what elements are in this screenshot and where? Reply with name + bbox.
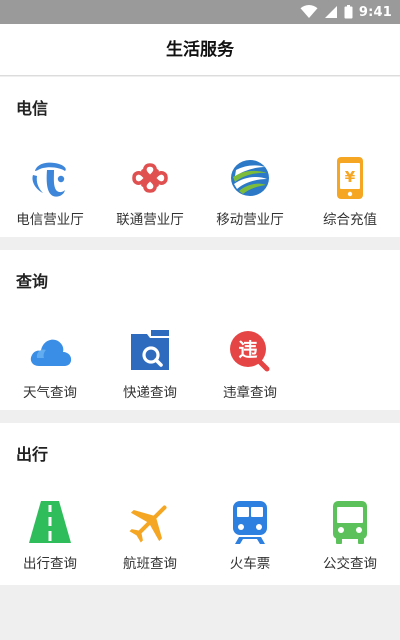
status-time: 9:41 [358, 4, 392, 20]
item-label: 联通营业厅 [116, 212, 184, 228]
item-label: 天气查询 [23, 385, 77, 401]
item-unicom-hall[interactable]: 联通营业厅 [100, 155, 200, 235]
page-title: 生活服务 [166, 40, 234, 60]
item-weather[interactable]: 天气查询 [0, 328, 100, 408]
airplane-icon [127, 499, 173, 545]
status-bar: 9:41 [0, 0, 400, 24]
item-label: 电信营业厅 [16, 212, 84, 228]
svg-text:违: 违 [238, 339, 257, 361]
item-label: 出行查询 [23, 556, 77, 572]
title-bar: 生活服务 [0, 24, 400, 76]
china-telecom-icon [27, 155, 73, 201]
weather-cloud-icon [27, 328, 73, 374]
item-flight[interactable]: 航班查询 [100, 499, 200, 579]
item-label: 违章查询 [223, 385, 277, 401]
item-label: 移动营业厅 [216, 212, 284, 228]
section-telecom: 电信 电信营业厅 联通营业厅 移动营业厅 ¥ 综合充值 [0, 77, 400, 237]
violation-search-icon: 违 [227, 328, 273, 374]
item-label: 快递查询 [123, 385, 177, 401]
page-background-bottom [0, 586, 400, 640]
section-title-telecom: 电信 [16, 99, 49, 118]
section-query: 查询 天气查询 快递查询 违 违章查询 [0, 250, 400, 410]
item-label: 航班查询 [123, 556, 177, 572]
item-package[interactable]: 快递查询 [100, 328, 200, 408]
item-label: 综合充值 [323, 212, 377, 228]
item-recharge[interactable]: ¥ 综合充值 [300, 155, 400, 235]
status-icons: 9:41 [300, 3, 392, 21]
wifi-icon [300, 5, 318, 19]
section-travel: 出行 出行查询 航班查询 火车票 公交查询 [0, 423, 400, 585]
section-title-query: 查询 [16, 272, 49, 291]
item-label: 火车票 [229, 556, 271, 572]
road-icon [27, 499, 73, 545]
phone-recharge-icon: ¥ [327, 155, 373, 201]
item-label: 公交查询 [323, 556, 377, 572]
bus-icon [327, 499, 373, 545]
battery-icon [344, 5, 353, 19]
train-icon [227, 499, 273, 545]
item-telecom-hall[interactable]: 电信营业厅 [0, 155, 100, 235]
item-travel[interactable]: 出行查询 [0, 499, 100, 579]
item-bus[interactable]: 公交查询 [300, 499, 400, 579]
signal-icon [324, 5, 338, 19]
package-search-icon [127, 328, 173, 374]
item-violation[interactable]: 违 违章查询 [200, 328, 300, 408]
item-train[interactable]: 火车票 [200, 499, 300, 579]
item-mobile-hall[interactable]: 移动营业厅 [200, 155, 300, 235]
china-unicom-icon [127, 155, 173, 201]
section-title-travel: 出行 [16, 445, 49, 464]
china-mobile-icon [227, 155, 273, 201]
svg-text:¥: ¥ [345, 168, 356, 186]
